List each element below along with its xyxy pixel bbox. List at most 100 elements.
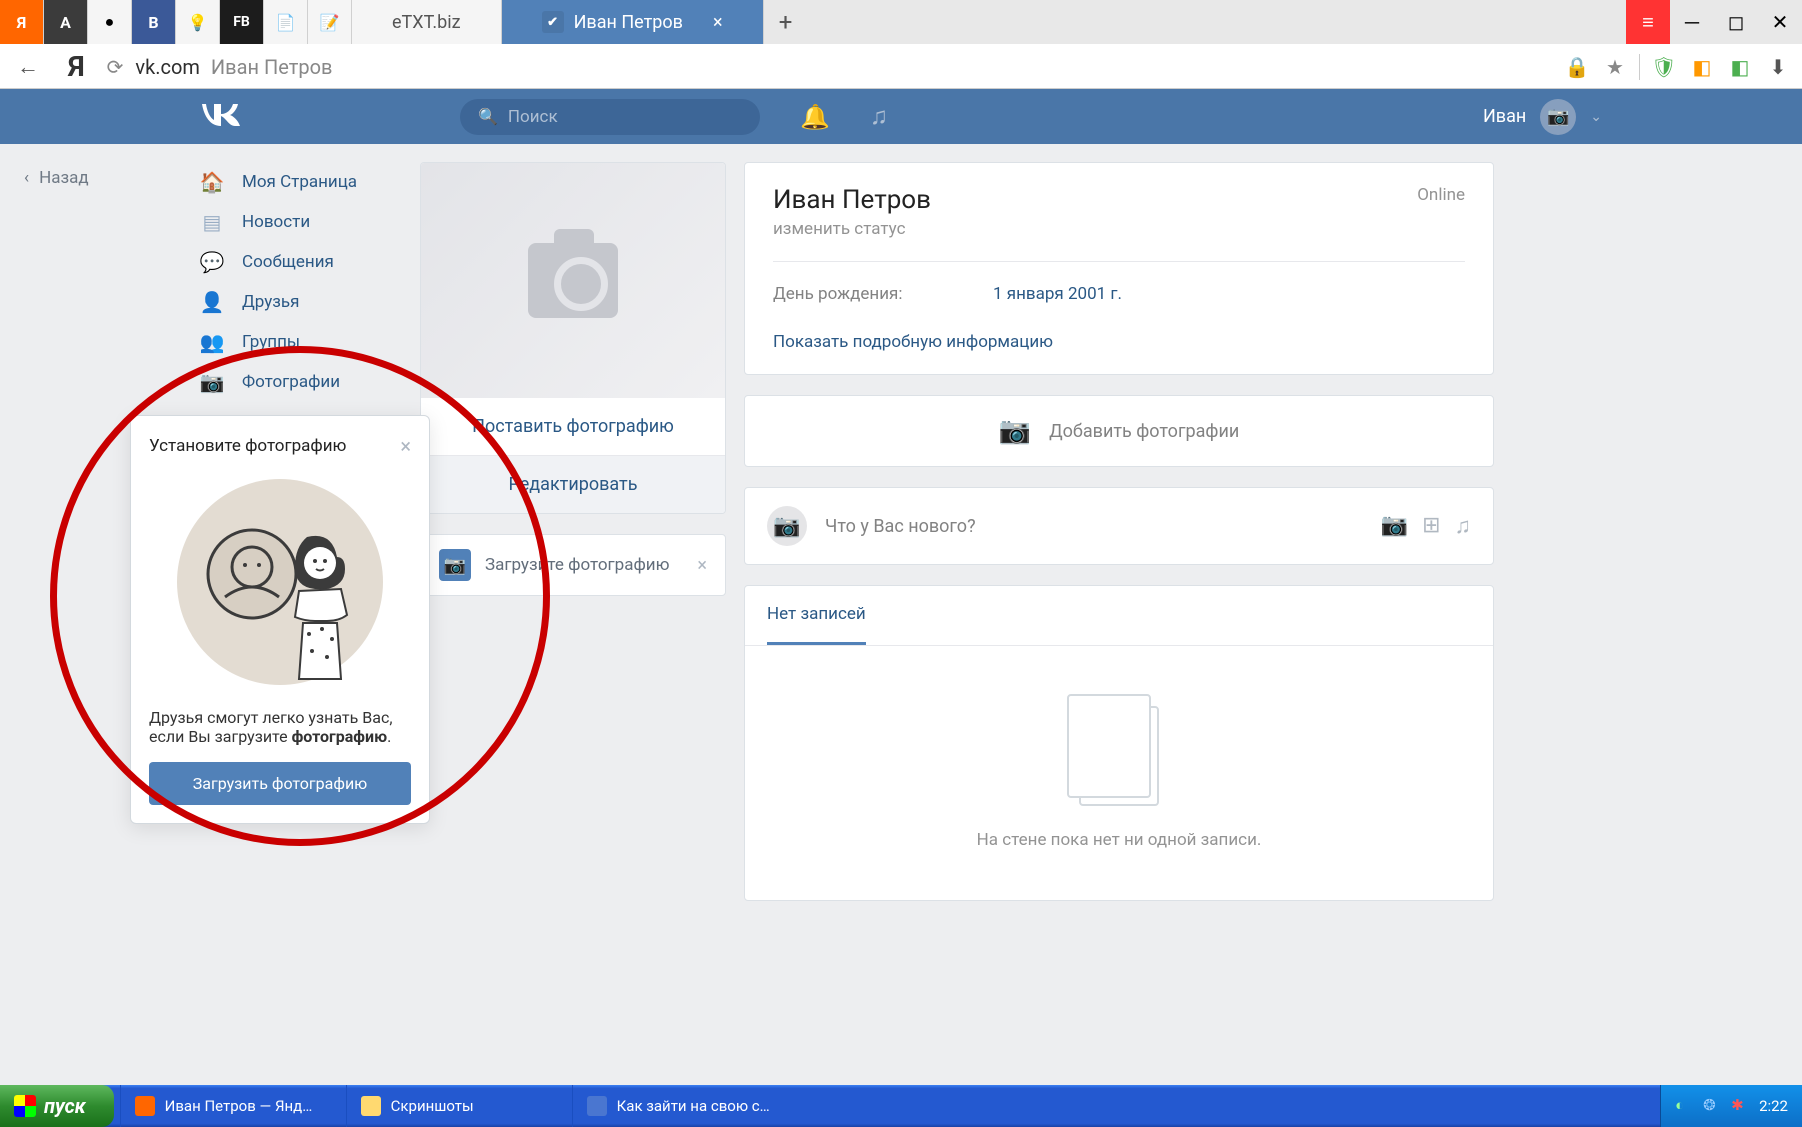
compose-input[interactable]: Что у Вас нового? [825, 516, 1363, 537]
nav-photos[interactable]: 📷Фотографии [200, 362, 420, 402]
vk-right-column: Иван Петров изменить статус Online День … [744, 162, 1494, 1067]
profile-name: Иван Петров [773, 185, 931, 215]
compose-post-card: 📷 Что у Вас нового? 📷 ⊞ ♫ [744, 487, 1494, 565]
vk-left-column: Поставить фотографию Редактировать 📷 Заг… [420, 162, 726, 1067]
show-more-info-button[interactable]: Показать подробную информацию [773, 332, 1053, 352]
profile-photo-placeholder [421, 163, 725, 398]
attach-camera-icon[interactable]: 📷 [1381, 513, 1408, 539]
new-tab-button[interactable]: + [764, 0, 808, 44]
tab-light-icon[interactable]: ● [88, 0, 132, 44]
browser-menu-button[interactable]: ≡ [1626, 0, 1670, 44]
tray-icon-2[interactable]: ❂ [1703, 1096, 1723, 1116]
taskbar-task-3[interactable]: Как зайти на свою с… [572, 1085, 792, 1127]
nav-my-page[interactable]: 🏠Моя Страница [200, 162, 420, 202]
chevron-down-icon: ⌄ [1590, 109, 1602, 125]
lock-icon[interactable]: 🔒 [1563, 53, 1591, 81]
shield-icon[interactable]: 🛡 [1650, 53, 1678, 81]
url-domain: vk.com [135, 55, 200, 79]
browser-chrome: Я A ● B 💡 FB 📄 📝 eTXT.biz ✔ Иван Петров … [0, 0, 1802, 89]
tab-a-icon[interactable]: A [44, 0, 88, 44]
vk-search-input[interactable] [508, 107, 742, 127]
xp-taskbar: пуск Иван Петров — Янд… Скриншоты Как за… [0, 1085, 1802, 1127]
add-photos-label: Добавить фотографии [1049, 421, 1239, 442]
favorite-icon[interactable]: ★ [1601, 53, 1629, 81]
download-icon[interactable]: ⬇ [1764, 53, 1792, 81]
camera-icon: 📷 [200, 370, 224, 394]
attach-video-icon[interactable]: ⊞ [1422, 513, 1440, 539]
camera-placeholder-icon [528, 243, 618, 318]
browser-tab-strip: Я A ● B 💡 FB 📄 📝 eTXT.biz ✔ Иван Петров … [0, 0, 1626, 44]
url-page-title: Иван Петров [211, 55, 333, 79]
start-button[interactable]: пуск [0, 1085, 114, 1127]
tab-close-icon[interactable]: × [713, 12, 723, 33]
profile-online-status: Online [1417, 185, 1465, 205]
system-tray[interactable]: ◐ ❂ ✱ 2:22 [1660, 1085, 1802, 1127]
ext2-icon[interactable]: ◧ [1726, 53, 1754, 81]
back-link[interactable]: ‹ Назад [24, 168, 200, 188]
empty-doc-icon [1079, 706, 1159, 806]
popup-close-icon[interactable]: × [400, 434, 411, 458]
set-photo-button[interactable]: Поставить фотографию [421, 398, 725, 455]
taskbar-task-2[interactable]: Скриншоты [346, 1085, 566, 1127]
popup-description: Друзья смогут легко узнать Вас, если Вы … [149, 708, 411, 746]
upload-camera-icon: 📷 [439, 549, 471, 581]
profile-birthday-value[interactable]: 1 января 2001 г. [993, 284, 1122, 304]
nav-groups[interactable]: 👥Группы [200, 322, 420, 362]
home-icon: 🏠 [200, 170, 224, 194]
add-photos-card[interactable]: 📷 Добавить фотографии [744, 395, 1494, 467]
divider [773, 261, 1465, 262]
tab-vk-active[interactable]: ✔ Иван Петров × [502, 0, 764, 44]
nav-news[interactable]: ▤Новости [200, 202, 420, 242]
attach-music-icon[interactable]: ♫ [1455, 513, 1472, 539]
tab-yandex-icon[interactable]: Я [0, 0, 44, 44]
windows-flag-icon [14, 1095, 36, 1117]
browser-back-button[interactable]: ← [10, 49, 46, 85]
users-icon: 👥 [200, 330, 224, 354]
user-icon: 👤 [200, 290, 224, 314]
tray-icon-1[interactable]: ◐ [1675, 1096, 1695, 1116]
upload-photo-card: 📷 Загрузите фотографию × [420, 534, 726, 596]
upload-dismiss-icon[interactable]: × [697, 555, 707, 576]
browser-tab-bar: Я A ● B 💡 FB 📄 📝 eTXT.biz ✔ Иван Петров … [0, 0, 1802, 44]
tray-icon-3[interactable]: ✱ [1731, 1096, 1751, 1116]
news-icon: ▤ [200, 210, 224, 234]
window-maximize-button[interactable]: ◻ [1714, 0, 1758, 44]
notifications-icon[interactable]: 🔔 [800, 103, 830, 131]
taskbar-task-1[interactable]: Иван Петров — Янд… [120, 1085, 340, 1127]
vk-favicon-icon: ✔ [542, 11, 564, 33]
profile-status-link[interactable]: изменить статус [773, 219, 931, 239]
profile-birthday-row: День рождения: 1 января 2001 г. [773, 284, 1465, 304]
vk-main-columns: Поставить фотографию Редактировать 📷 Заг… [420, 162, 1494, 1067]
tab-note-icon[interactable]: 📝 [308, 0, 352, 44]
window-close-button[interactable]: ✕ [1758, 0, 1802, 44]
nav-messages[interactable]: 💬Сообщения [200, 242, 420, 282]
profile-birthday-label: День рождения: [773, 284, 993, 304]
window-minimize-button[interactable]: ─ [1670, 0, 1714, 44]
upload-photo-button[interactable]: Загрузите фотографию [485, 555, 683, 575]
search-icon: 🔍 [478, 107, 498, 126]
vk-user-menu[interactable]: Иван 📷 ⌄ [1483, 99, 1602, 135]
vk-search-box[interactable]: 🔍 [460, 99, 760, 135]
browser-toolbar-icons: 🔒 ★ 🛡 ◧ ◧ ⬇ [1563, 53, 1792, 81]
vk-header: 🔍 🔔 ♫ Иван 📷 ⌄ [0, 89, 1802, 144]
wall-tab-no-posts[interactable]: Нет записей [767, 586, 866, 645]
vk-logo[interactable] [200, 98, 260, 136]
tab-b-icon[interactable]: B [132, 0, 176, 44]
browser-reload-button[interactable]: ⟳ [107, 55, 124, 79]
tab-doc-icon[interactable]: 📄 [264, 0, 308, 44]
task-icon [361, 1096, 381, 1116]
yandex-logo[interactable]: Я [68, 50, 85, 83]
edit-profile-button[interactable]: Редактировать [421, 455, 725, 513]
popup-illustration [149, 472, 411, 692]
tab-bulb-icon[interactable]: 💡 [176, 0, 220, 44]
tab-etxt[interactable]: eTXT.biz [352, 0, 502, 44]
start-label: пуск [44, 1094, 86, 1118]
url-display[interactable]: vk.com Иван Петров [135, 55, 332, 79]
popup-title: Установите фотографию [149, 436, 346, 456]
popup-upload-button[interactable]: Загрузить фотографию [149, 762, 411, 805]
tab-fb-icon[interactable]: FB [220, 0, 264, 44]
compose-avatar-icon: 📷 [767, 506, 807, 546]
ext1-icon[interactable]: ◧ [1688, 53, 1716, 81]
music-icon[interactable]: ♫ [870, 102, 888, 131]
nav-friends[interactable]: 👤Друзья [200, 282, 420, 322]
